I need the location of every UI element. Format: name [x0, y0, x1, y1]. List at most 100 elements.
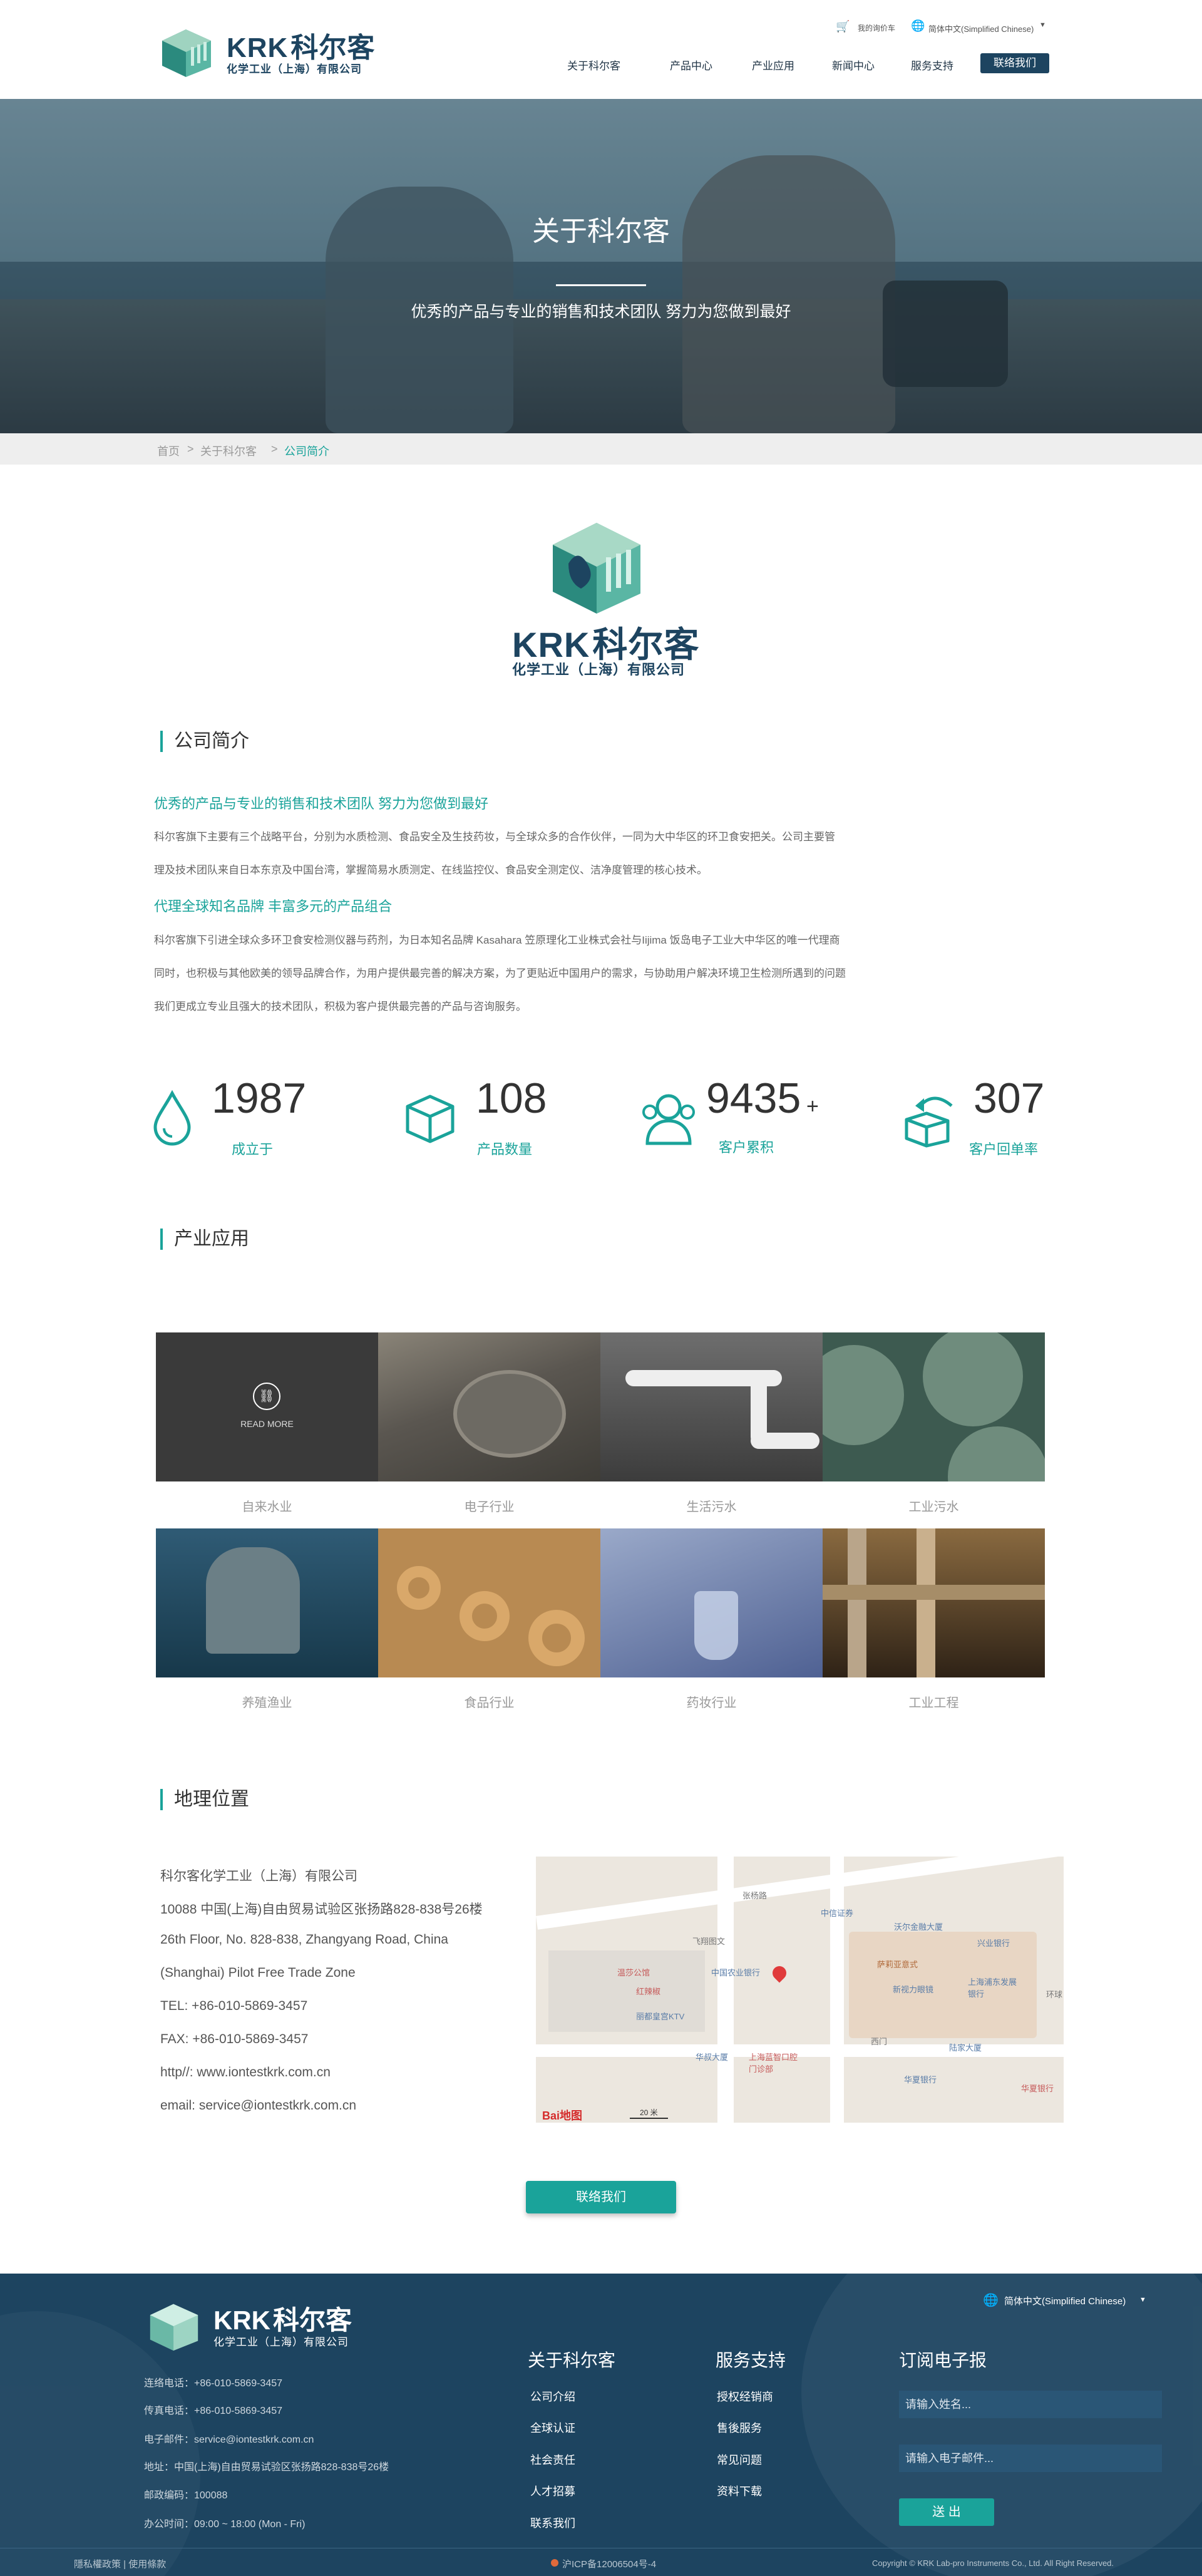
contact-us-button[interactable]: 联络我们: [526, 2181, 676, 2213]
location-address-en-1: 26th Floor, No. 828-838, Zhangyang Road,…: [160, 1932, 448, 1947]
map-road: [830, 1857, 844, 2123]
industry-label-food[interactable]: 食品行业: [378, 1692, 600, 1711]
industry-label-water[interactable]: 自来水业: [156, 1497, 378, 1515]
industry-label-pharma[interactable]: 药妆行业: [600, 1692, 823, 1711]
footer-privacy-links[interactable]: 隱私權政策 | 使用條款: [74, 2557, 166, 2570]
clarifier-shape: [823, 1345, 904, 1445]
pipe-shape: [751, 1433, 819, 1449]
logo-brand[interactable]: KRK: [227, 33, 288, 63]
box-icon: [406, 1095, 455, 1143]
nav-contact-button[interactable]: 联络我们: [980, 53, 1049, 73]
map-label: 丽都皇宫KTV: [636, 2012, 685, 2021]
krk-logo-icon[interactable]: [156, 22, 217, 78]
footer-link-certification[interactable]: 全球认证: [530, 2419, 575, 2436]
footer-link-company-intro[interactable]: 公司介绍: [530, 2388, 575, 2404]
footer-link-faq[interactable]: 常见问题: [717, 2451, 762, 2468]
nav-support[interactable]: 服务支持: [911, 57, 953, 73]
industry-label-industrial-sewage[interactable]: 工业污水: [823, 1497, 1045, 1515]
footer-copyright: Copyright © KRK Lab-pro Instruments Co.,…: [872, 2558, 1114, 2568]
nav-about[interactable]: 关于科尔客: [567, 57, 620, 73]
industry-tile-electronics[interactable]: [378, 1332, 600, 1481]
footer-link-contact[interactable]: 联系我们: [530, 2515, 575, 2531]
stat-customers-value: 9435: [706, 1074, 801, 1122]
logo-cn[interactable]: 科尔客: [290, 33, 375, 63]
location-company: 科尔客化学工业（上海）有限公司: [160, 1869, 357, 1883]
industry-label-domestic-sewage[interactable]: 生活污水: [600, 1497, 823, 1515]
return-box-icon: [905, 1096, 953, 1148]
krk-center-logo-icon: [553, 523, 640, 614]
footer-globe-icon[interactable]: 🌐: [983, 2292, 999, 2308]
pipe-shape: [848, 1528, 866, 1677]
footer-bg-shape: [801, 2274, 1202, 2576]
cart-icon[interactable]: 🛒: [836, 20, 850, 33]
industry-tile-pharma[interactable]: [600, 1528, 823, 1677]
footer-logo-brand[interactable]: KRK: [213, 2306, 270, 2335]
newsletter-email-input[interactable]: [899, 2445, 1162, 2472]
map-label: 中国农业银行: [711, 1968, 761, 1977]
industry-label-electronics[interactable]: 电子行业: [378, 1497, 600, 1515]
footer-email[interactable]: 电子邮件：service@iontestkrk.com.cn: [144, 2431, 314, 2446]
location-email[interactable]: email: service@iontestkrk.com.cn: [160, 2098, 356, 2113]
hero-title: 关于科尔客: [532, 216, 670, 247]
globe-icon[interactable]: 🌐: [911, 19, 925, 33]
section-heading-intro: 公司简介: [160, 731, 249, 752]
center-logo-company: 化学工业（上海）有限公司: [512, 662, 686, 677]
footer-chevron-down-icon[interactable]: ▼: [1139, 2296, 1146, 2304]
map-label: 环球: [1046, 1990, 1063, 1999]
map-label: 新视力眼镜: [893, 1985, 934, 1994]
footer-link-after-sales[interactable]: 售後服务: [717, 2419, 762, 2436]
footer-icp[interactable]: 沪ICP备12006504号-4: [562, 2557, 656, 2570]
footer-link-downloads[interactable]: 资料下载: [717, 2483, 762, 2499]
link-icon[interactable]: ⛓: [253, 1383, 280, 1410]
language-select[interactable]: 简体中文(Simplified Chinese): [928, 23, 1034, 34]
chevron-down-icon[interactable]: ▼: [1039, 21, 1046, 29]
donut-shape: [397, 1566, 441, 1610]
footer-logo-icon[interactable]: [144, 2296, 204, 2352]
map-label: 中信证券: [821, 1909, 854, 1918]
location-website[interactable]: http//: www.iontestkrk.com.cn: [160, 2065, 331, 2080]
industry-label-aquaculture[interactable]: 养殖渔业: [156, 1692, 378, 1711]
map-pin-icon[interactable]: [769, 1963, 789, 1983]
stat-reorder-value: 307: [973, 1074, 1045, 1122]
stat-founded-label: 成立于: [232, 1141, 274, 1157]
footer-link-dealers[interactable]: 授权经销商: [717, 2388, 773, 2404]
industry-label-engineering[interactable]: 工业工程: [823, 1692, 1045, 1711]
footer-col-support-title: 服务支持: [716, 2351, 786, 2370]
section-heading-location: 地理位置: [160, 1789, 249, 1810]
industry-tile-industrial-sewage[interactable]: [823, 1332, 1045, 1481]
nav-news[interactable]: 新闻中心: [832, 57, 875, 73]
newsletter-name-input[interactable]: [899, 2391, 1162, 2418]
industry-tile-domestic-sewage[interactable]: [600, 1332, 823, 1481]
cart-link[interactable]: 我的询价车: [858, 23, 895, 33]
nav-products[interactable]: 产品中心: [670, 57, 712, 73]
hero-divider: [556, 284, 646, 286]
map-road: [536, 2044, 1064, 2057]
nav-industry[interactable]: 产业应用: [752, 57, 794, 73]
footer-postcode: 邮政编码：100088: [144, 2490, 228, 2501]
breadcrumb-current: 公司简介: [284, 445, 329, 458]
breadcrumb-home[interactable]: 首页: [157, 443, 180, 459]
footer-link-careers[interactable]: 人才招募: [530, 2483, 575, 2499]
industry-tile-food[interactable]: [378, 1528, 600, 1677]
footer-language-select[interactable]: 简体中文(Simplified Chinese): [1004, 2294, 1126, 2307]
map-label: 华夏银行: [1021, 2084, 1054, 2093]
footer-link-social-responsibility[interactable]: 社会责任: [530, 2451, 575, 2468]
breadcrumb-about[interactable]: 关于科尔客: [200, 443, 257, 459]
location-map[interactable]: 张杨路 中信证券 沃尔金融大厦 兴业银行 萨莉亚意式 新视力眼镜 上海浦东发展银…: [536, 1857, 1064, 2123]
intro-p1-line2: 理及技术团队来自日本东京及中国台湾，掌握简易水质测定、在线监控仪、食品安全测定仪…: [154, 864, 707, 876]
intro-paragraph-1: 科尔客旗下主要有三个战略平台，分别为水质检测、食品安全及生技药妆，与全球众多的合…: [154, 820, 1049, 887]
map-label: 萨莉亚意式: [877, 1960, 918, 1969]
map-label: 陆家大厦: [949, 2043, 982, 2053]
hero-subtitle: 优秀的产品与专业的销售和技术团队 努力为您做到最好: [411, 303, 791, 321]
users-icon: [642, 1094, 695, 1145]
industry-tile-aquaculture[interactable]: [156, 1528, 378, 1677]
industry-tile-water[interactable]: ⛓ READ MORE: [156, 1332, 378, 1481]
intro-subheading-2: 代理全球知名品牌 丰富多元的产品组合: [154, 899, 393, 914]
footer-col-about-title: 关于科尔客: [528, 2351, 616, 2370]
industry-tile-engineering[interactable]: [823, 1528, 1045, 1677]
footer-logo-cn[interactable]: 科尔客: [273, 2306, 352, 2335]
read-more-label[interactable]: READ MORE: [156, 1419, 378, 1429]
newsletter-submit-button[interactable]: 送 出: [899, 2498, 994, 2526]
map-label: 上海浦东发展银行: [968, 1977, 1017, 1999]
stat-customers-suffix: +: [806, 1095, 819, 1118]
